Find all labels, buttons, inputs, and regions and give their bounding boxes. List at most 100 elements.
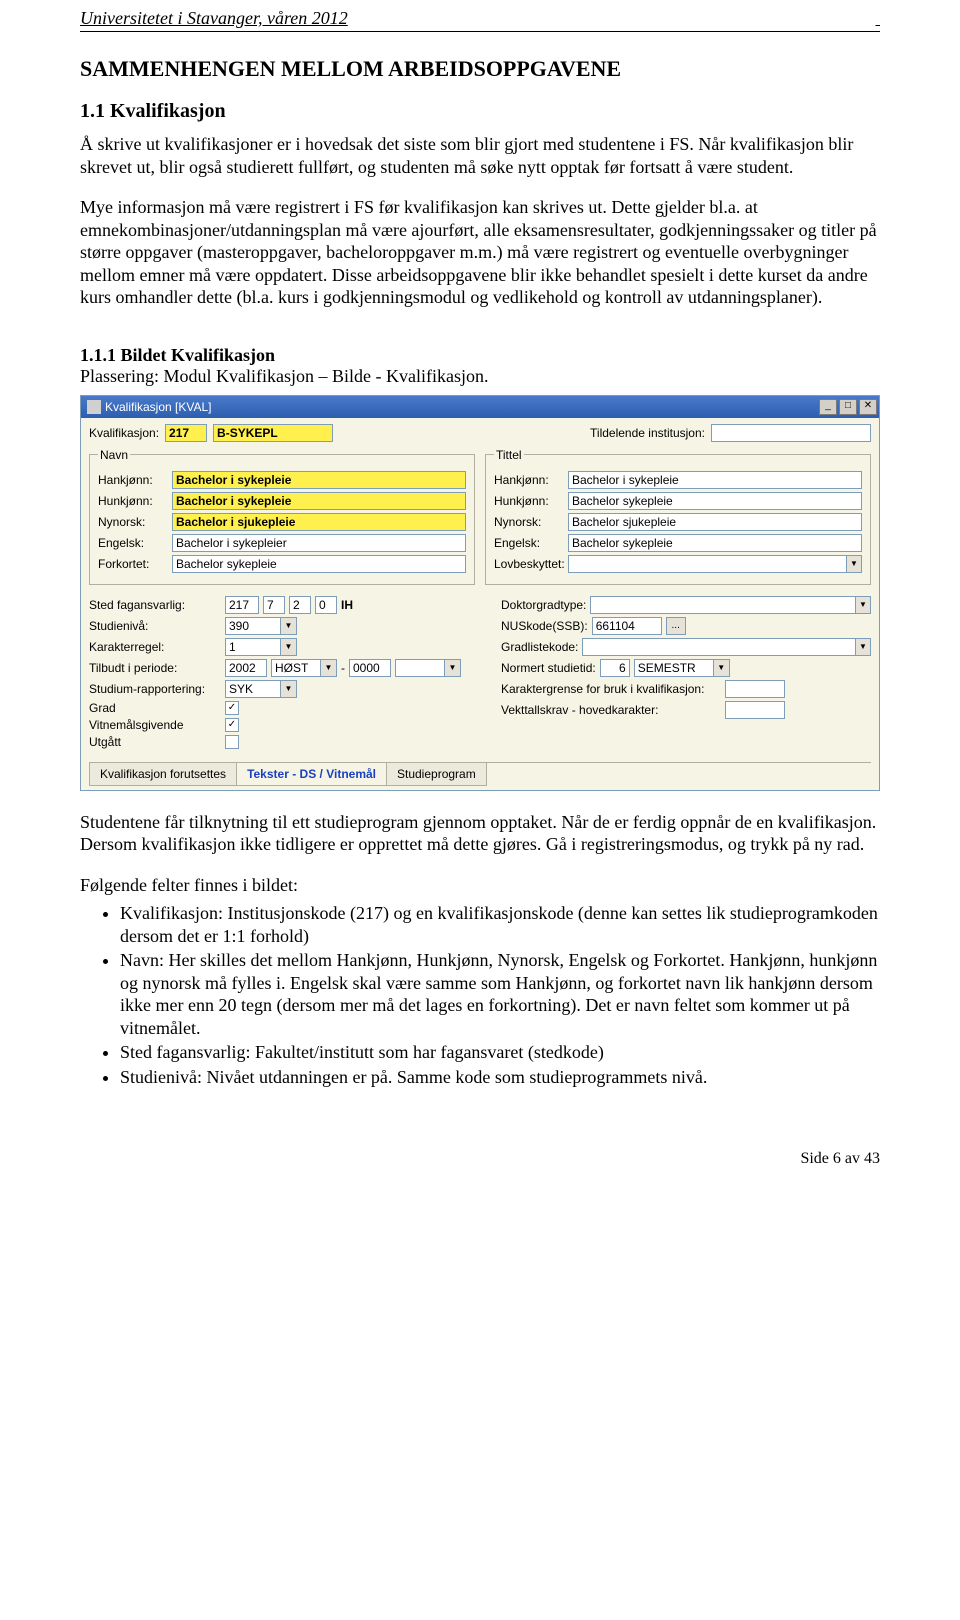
chevron-down-icon[interactable]: ▼ xyxy=(714,659,730,677)
sted-3[interactable] xyxy=(289,596,311,614)
list-item: Navn: Her skilles det mellom Hankjønn, H… xyxy=(120,949,880,1039)
navn-engelsk-label: Engelsk: xyxy=(98,536,172,550)
chevron-down-icon[interactable]: ▼ xyxy=(281,638,297,656)
sted-2[interactable] xyxy=(263,596,285,614)
studrap-label: Studium-rapportering: xyxy=(89,682,221,696)
karakterregel-label: Karakterregel: xyxy=(89,640,221,654)
tab-tekster[interactable]: Tekster - DS / Vitnemål xyxy=(236,763,387,786)
sted-4[interactable] xyxy=(315,596,337,614)
sted-label: Sted fagansvarlig: xyxy=(89,598,221,612)
studieniva-input[interactable] xyxy=(225,617,281,635)
tittel-engelsk-label: Engelsk: xyxy=(494,536,568,550)
nuskode-label: NUSkode(SSB): xyxy=(501,619,588,633)
navn-forkortet-input[interactable] xyxy=(172,555,466,573)
navn-forkortet-label: Forkortet: xyxy=(98,557,172,571)
tittel-nynorsk-input[interactable] xyxy=(568,513,862,531)
normert-label: Normert studietid: xyxy=(501,661,596,675)
vekttall-input[interactable] xyxy=(725,701,785,719)
tilbudt-dash: - xyxy=(341,661,345,675)
fieldset-tittel: Tittel Hankjønn: Hunkjønn: Nynorsk: Enge… xyxy=(485,448,871,585)
normert-unit-input[interactable] xyxy=(634,659,714,677)
tilbudt-year[interactable] xyxy=(225,659,267,677)
heading-1-1: 1.1 Kvalifikasjon xyxy=(80,100,880,123)
gradliste-input[interactable] xyxy=(582,638,855,656)
tab-forutsettes[interactable]: Kvalifikasjon forutsettes xyxy=(89,763,237,786)
tittel-hankjonn-label: Hankjønn: xyxy=(494,473,568,487)
fieldset-navn: Navn Hankjønn: Hunkjønn: Nynorsk: Engels… xyxy=(89,448,475,585)
app-window: Kvalifikasjon [KVAL] _ □ ✕ Kvalifikasjon… xyxy=(80,395,880,791)
navn-engelsk-input[interactable] xyxy=(172,534,466,552)
navn-hunkjonn-input[interactable] xyxy=(172,492,466,510)
vitnemal-checkbox[interactable]: ✓ xyxy=(225,718,239,732)
close-button[interactable]: ✕ xyxy=(859,399,877,415)
list-item: Studienivå: Nivået utdanningen er på. Sa… xyxy=(120,1066,880,1089)
sted-1[interactable] xyxy=(225,596,259,614)
doktor-label: Doktorgradtype: xyxy=(501,598,586,612)
chevron-down-icon[interactable]: ▼ xyxy=(856,596,871,614)
chevron-down-icon[interactable]: ▼ xyxy=(847,555,862,573)
window-icon xyxy=(87,400,101,414)
navn-nynorsk-label: Nynorsk: xyxy=(98,515,172,529)
navn-hankjonn-input[interactable] xyxy=(172,471,466,489)
karakterregel-input[interactable] xyxy=(225,638,281,656)
bullet-list: Kvalifikasjon: Institusjonskode (217) og… xyxy=(80,902,880,1088)
grad-checkbox[interactable]: ✓ xyxy=(225,701,239,715)
paragraph-1: Å skrive ut kvalifikasjoner er i hovedsa… xyxy=(80,133,880,178)
tittel-lovbeskyttet-label: Lovbeskyttet: xyxy=(494,557,568,571)
paragraph-3: Studentene får tilknytning til ett studi… xyxy=(80,811,880,856)
kvalifikasjon-label: Kvalifikasjon: xyxy=(89,426,159,440)
maximize-button[interactable]: □ xyxy=(839,399,857,415)
vekttall-label: Vekttallskrav - hovedkarakter: xyxy=(501,703,721,717)
chevron-down-icon[interactable]: ▼ xyxy=(321,659,337,677)
section-placement: Plassering: Modul Kvalifikasjon – Bilde … xyxy=(80,366,880,387)
studrap-input[interactable] xyxy=(225,680,281,698)
kargrense-input[interactable] xyxy=(725,680,785,698)
minimize-button[interactable]: _ xyxy=(819,399,837,415)
vitnemal-label: Vitnemålsgivende xyxy=(89,718,221,732)
window-title: Kvalifikasjon [KVAL] xyxy=(105,400,212,414)
normert-n-input[interactable] xyxy=(600,659,630,677)
tilbudt-label: Tilbudt i periode: xyxy=(89,661,221,675)
tilbudt-sem[interactable] xyxy=(271,659,321,677)
kvalifikasjon-name-input[interactable] xyxy=(213,424,333,442)
tittel-hunkjonn-label: Hunkjønn: xyxy=(494,494,568,508)
nuskode-browse-button[interactable]: ... xyxy=(666,617,686,635)
chevron-down-icon[interactable]: ▼ xyxy=(281,617,297,635)
tittel-nynorsk-label: Nynorsk: xyxy=(494,515,568,529)
heading-1-1-1: 1.1.1 Bildet Kvalifikasjon xyxy=(80,345,880,366)
chevron-down-icon[interactable]: ▼ xyxy=(281,680,297,698)
page-footer: Side 6 av 43 xyxy=(0,1130,960,1178)
doktor-input[interactable] xyxy=(590,596,855,614)
tittel-lovbeskyttet-input[interactable] xyxy=(568,555,847,573)
heading-main: SAMMENHENGEN MELLOM ARBEIDSOPPGAVENE xyxy=(80,56,880,82)
sted-code: IH xyxy=(341,598,353,612)
bullet-intro: Følgende felter finnes i bildet: xyxy=(80,874,880,897)
chevron-down-icon[interactable]: ▼ xyxy=(445,659,461,677)
list-item: Kvalifikasjon: Institusjonskode (217) og… xyxy=(120,902,880,947)
tilbudt-year2[interactable] xyxy=(349,659,391,677)
titlebar: Kvalifikasjon [KVAL] _ □ ✕ xyxy=(81,396,879,418)
navn-nynorsk-input[interactable] xyxy=(172,513,466,531)
kvalifikasjon-code-input[interactable] xyxy=(165,424,207,442)
gradliste-label: Gradlistekode: xyxy=(501,640,578,654)
utgatt-label: Utgått xyxy=(89,735,221,749)
tilbudt-sem2[interactable] xyxy=(395,659,445,677)
tittel-hunkjonn-input[interactable] xyxy=(568,492,862,510)
studieniva-label: Studienivå: xyxy=(89,619,221,633)
page-header-left: Universitetet i Stavanger, våren 2012 xyxy=(80,8,348,29)
tab-studieprogram[interactable]: Studieprogram xyxy=(386,763,487,786)
tittel-engelsk-input[interactable] xyxy=(568,534,862,552)
navn-hunkjonn-label: Hunkjønn: xyxy=(98,494,172,508)
utgatt-checkbox[interactable] xyxy=(225,735,239,749)
paragraph-2: Mye informasjon må være registrert i FS … xyxy=(80,196,880,309)
navn-legend: Navn xyxy=(98,448,130,462)
chevron-down-icon[interactable]: ▼ xyxy=(856,638,871,656)
list-item: Sted fagansvarlig: Fakultet/institutt so… xyxy=(120,1041,880,1064)
tildelende-input[interactable] xyxy=(711,424,871,442)
navn-hankjonn-label: Hankjønn: xyxy=(98,473,172,487)
tittel-hankjonn-input[interactable] xyxy=(568,471,862,489)
tittel-legend: Tittel xyxy=(494,448,524,462)
grad-label: Grad xyxy=(89,701,221,715)
tildelende-label: Tildelende institusjon: xyxy=(590,426,705,440)
nuskode-input[interactable] xyxy=(592,617,662,635)
